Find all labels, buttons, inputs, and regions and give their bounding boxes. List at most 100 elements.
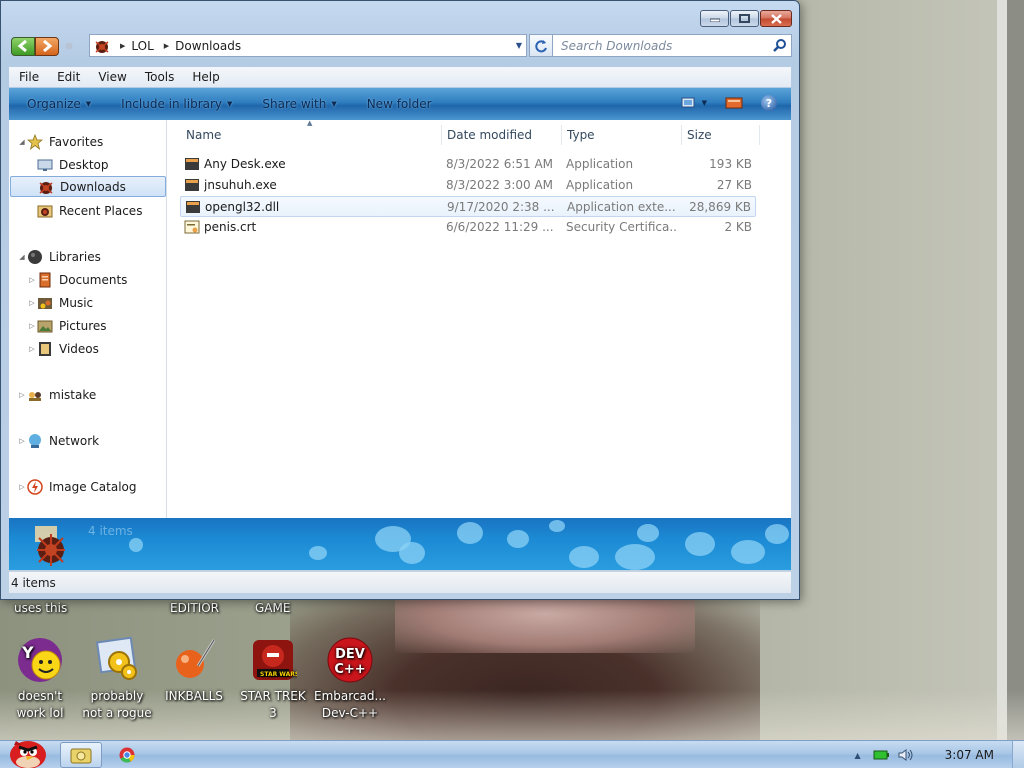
nav-videos[interactable]: ▷ Videos	[27, 338, 99, 359]
expander-closed-icon[interactable]: ▷	[17, 483, 27, 491]
nav-label: Downloads	[60, 179, 126, 194]
preview-pane-icon	[725, 97, 743, 109]
restore-button[interactable]	[730, 10, 759, 27]
search-input[interactable]: Search Downloads	[552, 34, 792, 57]
nav-desktop[interactable]: Desktop	[37, 154, 109, 175]
file-row[interactable]: opengl32.dll 9/17/2020 2:38 ... Applicat…	[180, 196, 756, 217]
status-bar: 4 items	[9, 571, 791, 593]
breadcrumb-separator-icon[interactable]: ▶	[164, 42, 169, 50]
refresh-icon	[535, 39, 547, 52]
certificate-file-icon	[184, 219, 200, 235]
expander-closed-icon[interactable]: ▷	[17, 437, 27, 445]
desktop-label-partial[interactable]: EDITIOR	[170, 601, 219, 615]
file-list: ▲ Name Date modified Type Size Any Desk.…	[168, 119, 791, 518]
desktop-label-partial[interactable]: GAME	[255, 601, 290, 615]
address-dropdown-icon[interactable]: ▼	[516, 41, 522, 50]
nav-music[interactable]: ▷ Music	[27, 292, 93, 313]
forward-arrow-icon	[43, 40, 53, 52]
chevron-down-icon: ▼	[85, 100, 92, 108]
start-button[interactable]	[4, 733, 48, 768]
refresh-button[interactable]	[529, 34, 553, 57]
desktop-icon-inkballs[interactable]: INKBALLS	[154, 636, 234, 705]
status-item-count: 4 items	[11, 575, 56, 590]
expander-open-icon[interactable]: ◢	[17, 138, 27, 146]
menu-help[interactable]: Help	[183, 70, 228, 84]
expander-closed-icon[interactable]: ▷	[17, 391, 27, 399]
file-row[interactable]: Any Desk.exe 8/3/2022 6:51 AM Applicatio…	[180, 154, 756, 175]
nav-arrows	[11, 36, 59, 56]
menu-edit[interactable]: Edit	[48, 70, 89, 84]
show-hidden-icons-icon[interactable]: ▲	[855, 751, 861, 760]
minimize-button[interactable]	[700, 10, 729, 27]
explorer-window[interactable]: ▶ LOL ▶ Downloads ▼ Search Downloads Fil…	[0, 0, 800, 600]
taskbar-clock[interactable]: 3:07 AM	[945, 748, 994, 762]
column-header-name[interactable]: Name	[180, 125, 442, 145]
preview-pane-button[interactable]	[725, 96, 743, 110]
gears-program-icon	[93, 636, 141, 684]
menu-file[interactable]: File	[9, 70, 48, 84]
expander-closed-icon[interactable]: ▷	[27, 299, 37, 307]
help-button[interactable]: ?	[761, 95, 777, 111]
column-header-type[interactable]: Type	[562, 125, 682, 145]
file-row[interactable]: penis.crt 6/6/2022 11:29 ... Security Ce…	[180, 217, 756, 238]
nav-label: Desktop	[59, 157, 109, 172]
change-view-button[interactable]: ▼	[681, 96, 707, 110]
desktop-icon-yahoo[interactable]: Y doesn't work lol	[0, 636, 80, 722]
documents-icon	[37, 272, 53, 288]
nav-recent-places[interactable]: Recent Places	[37, 200, 142, 221]
address-bar[interactable]: ▶ LOL ▶ Downloads ▼	[89, 34, 527, 57]
file-size: 2 KB	[724, 220, 752, 234]
desktop-icon-probably-not-a-rogue[interactable]: probably not a rogue	[77, 636, 157, 722]
menu-tools[interactable]: Tools	[136, 70, 184, 84]
desktop-label-partial[interactable]: uses this	[14, 601, 67, 615]
nav-image-catalog[interactable]: ▷ Image Catalog	[17, 476, 136, 497]
expander-closed-icon[interactable]: ▷	[27, 276, 37, 284]
column-header-date[interactable]: Date modified	[442, 125, 562, 145]
decor-bubble	[457, 522, 483, 544]
nav-network[interactable]: ▷ Network	[17, 430, 99, 451]
desktop-icon-star-trek[interactable]: STAR WARS STAR TREK 3	[233, 636, 313, 722]
taskbar-chrome-button[interactable]	[112, 742, 142, 768]
desktop-icon	[37, 157, 53, 173]
taskbar: ▲ 3:07 AM	[0, 740, 1024, 768]
volume-icon[interactable]	[897, 748, 915, 762]
file-row[interactable]: jnsuhuh.exe 8/3/2022 3:00 AM Application…	[180, 175, 756, 196]
expander-closed-icon[interactable]: ▷	[27, 345, 37, 353]
nav-libraries[interactable]: ◢ Libraries	[17, 246, 101, 267]
expander-open-icon[interactable]: ◢	[17, 253, 27, 261]
menu-view[interactable]: View	[89, 70, 135, 84]
nav-favorites[interactable]: ◢ Favorites	[17, 131, 103, 152]
nav-label: Music	[59, 295, 94, 310]
include-in-library-button[interactable]: Include in library ▼	[121, 97, 232, 111]
close-button[interactable]	[760, 10, 792, 27]
breadcrumb-separator-icon[interactable]: ▶	[120, 42, 125, 50]
search-placeholder: Search Downloads	[561, 38, 673, 53]
show-desktop-button[interactable]	[1012, 741, 1024, 768]
new-folder-button[interactable]: New folder	[367, 97, 432, 111]
cpp-badge-text: C++	[334, 662, 365, 677]
search-icon[interactable]	[773, 38, 787, 55]
share-with-button[interactable]: Share with ▼	[262, 97, 336, 111]
breadcrumb-item[interactable]: LOL	[131, 39, 153, 53]
back-button[interactable]	[11, 36, 35, 56]
nav-documents[interactable]: ▷ Documents	[27, 269, 127, 290]
battery-icon[interactable]	[873, 748, 889, 762]
share-with-label: Share with	[262, 97, 327, 111]
nav-pictures[interactable]: ▷ Pictures	[27, 315, 106, 336]
organize-button[interactable]: Organize ▼	[27, 97, 91, 111]
libraries-icon	[27, 249, 43, 265]
taskbar-explorer-button[interactable]	[60, 742, 102, 768]
nav-downloads[interactable]: Downloads	[10, 176, 166, 197]
column-header-size[interactable]: Size	[682, 125, 760, 145]
recent-pages-dropdown[interactable]	[63, 37, 75, 56]
desktop-icon-dev-cpp[interactable]: DEV C++ Embarcad... Dev-C++	[310, 636, 390, 722]
nav-label: mistake	[49, 387, 97, 402]
nav-mistake[interactable]: ▷ mistake	[17, 384, 96, 405]
forward-button[interactable]	[35, 36, 59, 56]
breadcrumb-item[interactable]: Downloads	[175, 39, 241, 53]
chrome-icon	[119, 747, 135, 763]
details-item-count: 4 items	[88, 524, 133, 538]
expander-closed-icon[interactable]: ▷	[27, 322, 37, 330]
file-name: Any Desk.exe	[204, 157, 286, 171]
navigation-row: ▶ LOL ▶ Downloads ▼ Search Downloads	[11, 34, 792, 58]
